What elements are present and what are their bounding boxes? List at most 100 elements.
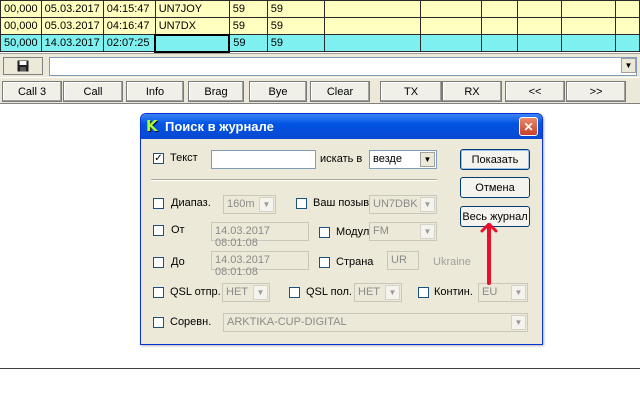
continent-label: Контин.: [434, 286, 473, 298]
your-call-label: Ваш позыв.: [313, 197, 373, 209]
rx-button[interactable]: RX: [442, 81, 502, 102]
mode-select[interactable]: FM ▼: [369, 222, 437, 241]
qsl-rcvd-checkbox[interactable]: [289, 287, 300, 298]
bye-button[interactable]: Bye: [249, 81, 307, 102]
continent-checkbox[interactable]: [418, 287, 429, 298]
from-label: От: [171, 224, 185, 236]
rst-sent-cell: 59: [228, 0, 268, 18]
search-text-input[interactable]: [211, 150, 316, 169]
qsl-sent-value: НЕТ: [226, 286, 248, 298]
empty-cell: [560, 0, 616, 18]
country-checkbox[interactable]: [319, 257, 330, 268]
chevron-down-icon: ▼: [259, 197, 274, 212]
checkmark-icon: ✓: [154, 152, 163, 164]
call-cell: UN7JOY: [154, 0, 230, 18]
command-input-dropdown-wrap: ▼: [49, 57, 637, 76]
table-row[interactable]: 00,000 05.03.2017 04:15:47 UN7JOY 59 59: [0, 0, 640, 18]
floppy-disk-icon: [17, 60, 29, 72]
your-call-select[interactable]: UN7DBK ▼: [369, 195, 437, 214]
call-cell-editor[interactable]: [154, 33, 231, 53]
band-select[interactable]: 160m ▼: [223, 195, 276, 214]
empty-cell: [480, 17, 518, 35]
empty-cell: [560, 34, 616, 52]
info-button[interactable]: Info: [126, 81, 184, 102]
qsl-sent-select[interactable]: НЕТ ▼: [222, 283, 270, 302]
rst-rcvd-cell: 59: [266, 0, 325, 18]
call3-button[interactable]: Call 3: [2, 81, 62, 102]
chevron-down-icon: ▼: [511, 285, 526, 300]
country-label: Страна: [336, 256, 374, 268]
table-row[interactable]: 00,000 05.03.2017 04:16:47 UN7DX 59 59: [0, 17, 640, 35]
empty-cell: [419, 34, 482, 52]
rst-sent-cell: 59: [228, 17, 268, 35]
close-button[interactable]: ✕: [519, 117, 538, 136]
time-cell: 04:15:47: [102, 0, 156, 18]
cancel-button[interactable]: Отмена: [460, 177, 530, 198]
continent-select[interactable]: EU ▼: [478, 283, 528, 302]
empty-cell: [560, 17, 616, 35]
empty-cell: [614, 34, 640, 52]
mode-checkbox[interactable]: [319, 227, 330, 238]
qsl-sent-checkbox[interactable]: [153, 287, 164, 298]
save-button[interactable]: [3, 57, 43, 75]
show-button[interactable]: Показать: [460, 149, 530, 170]
search-in-value: везде: [373, 153, 402, 165]
country-name: Ukraine: [433, 256, 471, 268]
next-button[interactable]: >>: [566, 81, 626, 102]
separator: [151, 179, 437, 181]
chevron-down-icon[interactable]: ▼: [621, 58, 636, 73]
to-date-input[interactable]: 14.03.2017 08:01:08: [211, 251, 309, 278]
continent-value: EU: [482, 286, 498, 298]
prev-button[interactable]: <<: [505, 81, 565, 102]
call-button[interactable]: Call: [63, 81, 123, 102]
clear-button[interactable]: Clear: [310, 81, 370, 102]
to-label: До: [171, 256, 185, 268]
contest-label: Соревн.: [170, 316, 212, 328]
brag-button[interactable]: Brag: [188, 81, 244, 102]
chevron-down-icon[interactable]: ▼: [420, 152, 435, 167]
search-in-select[interactable]: везде ▼: [369, 150, 437, 169]
empty-cell: [419, 0, 482, 18]
dialog-titlebar[interactable]: K Поиск в журнале ✕: [141, 114, 542, 139]
rst-sent-cell: 59: [228, 34, 268, 52]
your-call-checkbox[interactable]: [296, 198, 307, 209]
time-cell: 04:16:47: [102, 17, 156, 35]
command-bar: ▼: [0, 53, 640, 77]
divider: [0, 368, 640, 369]
empty-cell: [480, 0, 518, 18]
table-row-selected[interactable]: 50,000 14.03.2017 02:07:25 59 59: [0, 33, 640, 53]
dialog-title: Поиск в журнале: [165, 119, 274, 134]
empty-cell: [480, 34, 518, 52]
text-checkbox[interactable]: ✓: [153, 153, 164, 164]
contest-checkbox[interactable]: [153, 317, 164, 328]
qsl-rcvd-select[interactable]: НЕТ ▼: [354, 283, 402, 302]
empty-cell: [516, 34, 562, 52]
empty-cell: [614, 17, 640, 35]
empty-cell: [614, 0, 640, 18]
mode-label: Модул: [336, 226, 370, 238]
qsl-rcvd-label: QSL пол.: [306, 286, 352, 298]
log-grid: 00,000 05.03.2017 04:15:47 UN7JOY 59 59 …: [0, 0, 640, 53]
empty-cell: [516, 17, 562, 35]
your-call-value: UN7DBK: [373, 198, 418, 210]
app-logo-icon: K: [146, 117, 158, 135]
text-label: Текст: [170, 152, 198, 164]
rst-rcvd-cell: 59: [266, 17, 325, 35]
to-checkbox[interactable]: [153, 257, 164, 268]
contest-select[interactable]: ARKTIKA-CUP-DIGITAL ▼: [223, 313, 528, 332]
country-code-input[interactable]: UR: [387, 251, 419, 270]
band-checkbox[interactable]: [153, 198, 164, 209]
chevron-down-icon: ▼: [253, 285, 268, 300]
macro-button-row: Call 3 Call Info Brag Bye Clear TX RX <<…: [0, 78, 640, 104]
rst-rcvd-cell: 59: [266, 34, 325, 52]
time-cell: 02:07:25: [102, 34, 156, 52]
mode-value: FM: [373, 225, 389, 237]
qsl-sent-label: QSL отпр.: [170, 286, 221, 298]
from-checkbox[interactable]: [153, 225, 164, 236]
tx-button[interactable]: TX: [380, 81, 442, 102]
from-date-input[interactable]: 14.03.2017 08:01:08: [211, 222, 309, 249]
date-cell: 05.03.2017: [40, 0, 104, 18]
date-cell: 14.03.2017: [40, 34, 104, 52]
close-icon: ✕: [523, 119, 534, 134]
freq-cell: 00,000: [0, 0, 42, 18]
